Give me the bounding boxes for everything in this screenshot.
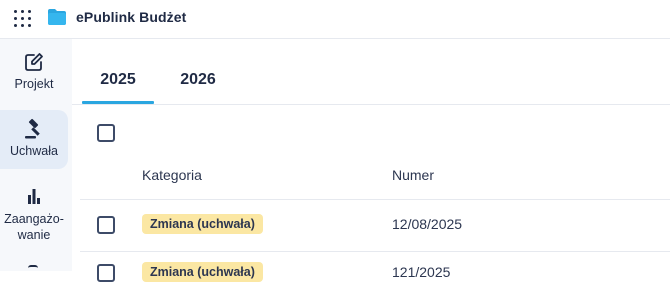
- apps-grid-icon[interactable]: [14, 10, 32, 28]
- category-badge: Zmiana (uchwała): [142, 214, 263, 234]
- row-checkbox[interactable]: [97, 264, 115, 282]
- column-header-numer[interactable]: Numer: [392, 167, 434, 183]
- app-header: ePublink Budżet: [0, 0, 670, 39]
- bar-chart-icon: [28, 189, 40, 204]
- sidebar-item-projekt[interactable]: Projekt: [0, 51, 68, 111]
- sidebar: Projekt Uchwała Zaangażo- wanie: [0, 39, 72, 271]
- table-row-divider: [80, 251, 670, 252]
- table-header-divider: [80, 199, 670, 200]
- column-header-kategoria[interactable]: Kategoria: [142, 167, 202, 183]
- tabs-divider: [72, 104, 670, 105]
- sidebar-item-partial: [28, 265, 38, 271]
- gavel-icon: [25, 118, 40, 139]
- sidebar-item-label-line1: Zaangażo-: [4, 212, 64, 226]
- edit-icon: [25, 53, 43, 71]
- active-tab-indicator: [82, 101, 154, 104]
- row-checkbox[interactable]: [97, 216, 115, 234]
- category-badge: Zmiana (uchwała): [142, 262, 263, 282]
- sidebar-item-uchwala[interactable]: Uchwała: [0, 110, 68, 169]
- app-title: ePublink Budżet: [76, 9, 187, 25]
- row-number: 12/08/2025: [392, 216, 463, 232]
- sidebar-item-label: Uchwała: [10, 144, 58, 158]
- row-number: 121/2025: [392, 264, 451, 280]
- select-all-checkbox[interactable]: [97, 124, 115, 142]
- sidebar-item-label-line2: wanie: [17, 228, 51, 242]
- sidebar-item-label: Projekt: [14, 77, 54, 91]
- sidebar-item-zaangazowanie[interactable]: Zaangażo- wanie: [0, 185, 68, 247]
- tab-2025[interactable]: 2025: [80, 71, 156, 89]
- tab-2026[interactable]: 2026: [160, 71, 236, 89]
- folder-icon: [48, 9, 66, 25]
